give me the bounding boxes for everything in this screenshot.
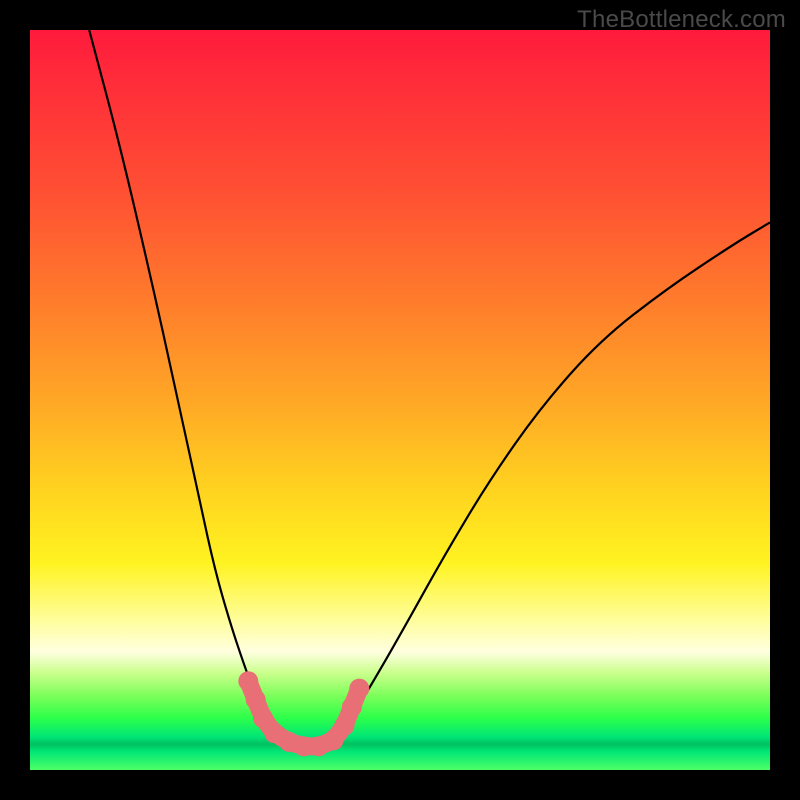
highlight-markers	[238, 671, 369, 756]
highlight-dot	[238, 671, 258, 691]
highlight-dot	[342, 697, 362, 717]
highlight-dot	[349, 679, 369, 699]
highlight-dot	[335, 716, 355, 736]
curve-layer	[30, 30, 770, 770]
curve-path	[89, 30, 770, 748]
highlight-dot	[246, 690, 266, 710]
plot-area	[30, 30, 770, 770]
chart-frame: TheBottleneck.com	[0, 0, 800, 800]
bottleneck-curve	[89, 30, 770, 748]
